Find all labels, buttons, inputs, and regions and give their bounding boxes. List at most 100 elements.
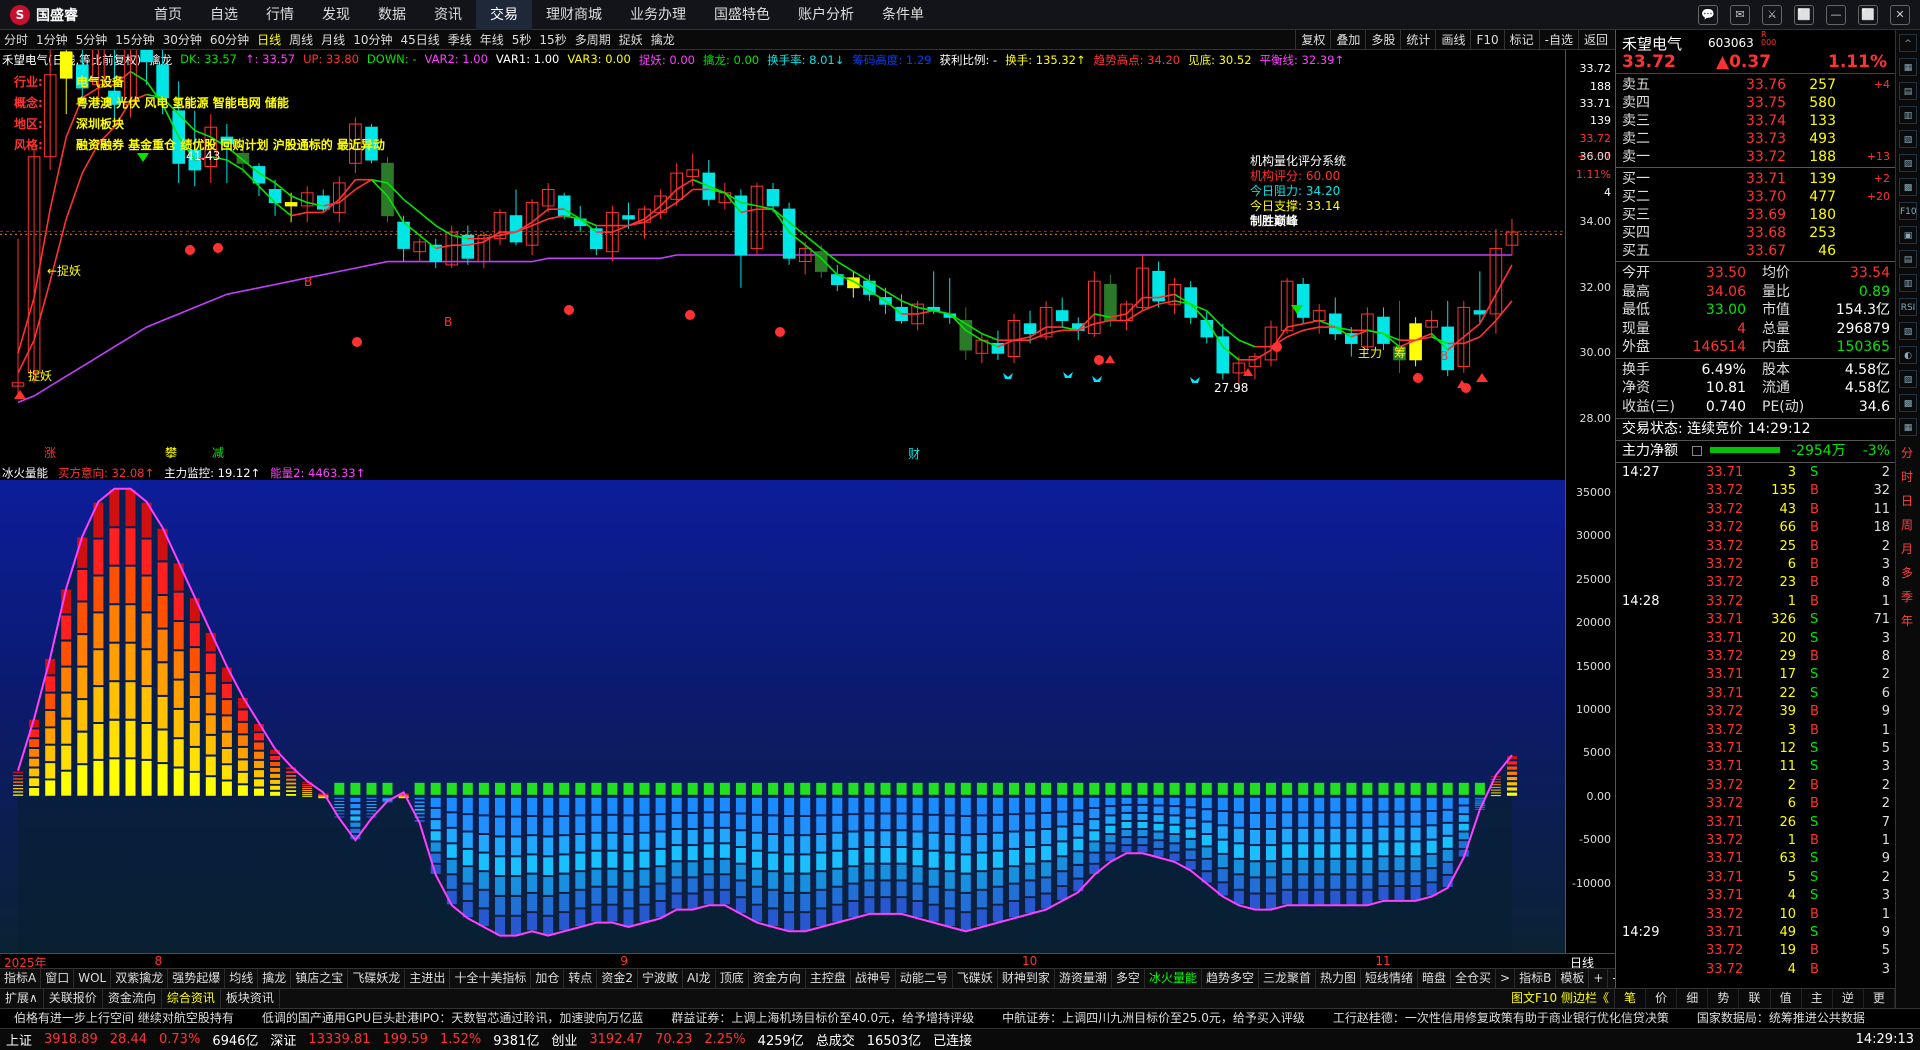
sidebar-period-tab[interactable]: 季 bbox=[1901, 588, 1913, 605]
sidebar-period-tab[interactable]: 日 bbox=[1901, 492, 1913, 509]
period-tab[interactable]: 擒龙 bbox=[647, 30, 679, 50]
period-tab[interactable]: 日线 bbox=[253, 30, 285, 50]
indicator-tab[interactable]: 擒龙 bbox=[258, 969, 292, 988]
indicator-tab[interactable]: 资金2 bbox=[597, 969, 639, 988]
indicator-tab[interactable]: 三龙聚首 bbox=[1259, 969, 1316, 988]
indicator-tab[interactable]: 短线情绪 bbox=[1361, 969, 1419, 988]
sidebar-tool-icon[interactable]: ▦ bbox=[1899, 418, 1917, 436]
indicator-tab[interactable]: 指标B bbox=[1515, 969, 1557, 988]
quote-tab[interactable]: 值 bbox=[1771, 989, 1802, 1008]
bottom-nav-tab[interactable]: 综合资讯 bbox=[162, 989, 221, 1008]
period-tab[interactable]: 15秒 bbox=[535, 30, 570, 50]
menu-item[interactable]: 交易 bbox=[476, 0, 532, 30]
chart-tool-button[interactable]: 多股 bbox=[1365, 30, 1400, 50]
sidebar-tool-icon[interactable]: ▩ bbox=[1899, 394, 1917, 412]
indicator-tab[interactable]: 多空 bbox=[1112, 969, 1145, 988]
period-tab[interactable]: 45日线 bbox=[396, 30, 443, 50]
sidebar-tool-icon[interactable]: ▤ bbox=[1899, 82, 1917, 100]
indicator-tab[interactable]: 指标A bbox=[0, 969, 42, 988]
period-tab[interactable]: 月线 bbox=[317, 30, 349, 50]
window-control-icon[interactable]: ✉ bbox=[1730, 5, 1750, 25]
sidebar-tool-icon[interactable]: RSI bbox=[1899, 298, 1917, 316]
indicator-tab[interactable]: 动能二号 bbox=[896, 969, 953, 988]
news-item[interactable]: 伯格有进一步上行空间 继续对航空股持有 bbox=[0, 1009, 248, 1028]
menu-item[interactable]: 理财商城 bbox=[532, 0, 616, 30]
indicator-tab[interactable]: 加仓 bbox=[531, 969, 565, 988]
indicator-tab[interactable]: 热力图 bbox=[1316, 969, 1361, 988]
chart-tool-button[interactable]: 返回 bbox=[1577, 30, 1613, 50]
sidebar-period-tab[interactable]: 时 bbox=[1901, 468, 1913, 485]
indicator-tab[interactable]: 镇店之宝 bbox=[291, 969, 349, 988]
net-flow-toggle-icon[interactable] bbox=[1692, 446, 1702, 456]
period-tab[interactable]: 分时 bbox=[0, 30, 32, 50]
news-item[interactable]: 低调的国产通用GPU巨头赴港IPO：天数智芯通过聆讯，加速驶向万亿蓝 bbox=[248, 1009, 658, 1028]
window-control-icon[interactable]: ✕ bbox=[1890, 5, 1910, 25]
sidebar-period-tab[interactable]: 分 bbox=[1901, 444, 1913, 461]
chart-tool-button[interactable]: 复权 bbox=[1295, 30, 1330, 50]
indicator-tab[interactable]: 趋势多空 bbox=[1202, 969, 1259, 988]
bottom-nav-tab[interactable]: 资金流向 bbox=[103, 989, 162, 1008]
sidebar-tool-icon[interactable]: ▣ bbox=[1899, 226, 1917, 244]
sidebar-period-tab[interactable]: 多 bbox=[1901, 564, 1913, 581]
news-item[interactable]: 工行赵桂德：一次性信用修复政策有助于商业银行优化信贷决策 bbox=[1319, 1009, 1683, 1028]
sidebar-tool-icon[interactable]: ▦ bbox=[1899, 58, 1917, 76]
indicator-tab[interactable]: + bbox=[1589, 969, 1609, 988]
menu-item[interactable]: 业务办理 bbox=[616, 0, 700, 30]
indicator-tab[interactable]: 强势起爆 bbox=[168, 969, 226, 988]
period-tab[interactable]: 1分钟 bbox=[32, 30, 72, 50]
quote-tab[interactable]: 笔 bbox=[1615, 989, 1647, 1008]
kline-panel[interactable]: 禾望电气(日线,等比前复权)擒龙DK: 33.57↑: 33.57UP: 33.… bbox=[0, 50, 1615, 465]
chart-tool-button[interactable]: 统计 bbox=[1400, 30, 1435, 50]
period-tab[interactable]: 10分钟 bbox=[349, 30, 396, 50]
menu-item[interactable]: 首页 bbox=[140, 0, 196, 30]
chart-tool-button[interactable]: 叠加 bbox=[1330, 30, 1365, 50]
news-item[interactable]: 群益证券：上调上海机场目标价至40.0元，给予增持评级 bbox=[657, 1009, 988, 1028]
menu-item[interactable]: 数据 bbox=[364, 0, 420, 30]
quote-tab[interactable]: 主 bbox=[1802, 989, 1833, 1008]
window-control-icon[interactable]: ⬜ bbox=[1794, 5, 1814, 25]
indicator-tab[interactable]: 主控盘 bbox=[806, 969, 851, 988]
sidebar-tool-icon[interactable]: ▥ bbox=[1899, 106, 1917, 124]
sidebar-tool-icon[interactable]: ◐ bbox=[1899, 346, 1917, 364]
indicator-tab[interactable]: WOL bbox=[74, 969, 112, 988]
indicator-tab[interactable]: 战神号 bbox=[851, 969, 896, 988]
indicator-tab[interactable]: > bbox=[1496, 969, 1516, 988]
sidebar-tool-icon[interactable]: ▨ bbox=[1899, 154, 1917, 172]
chart-tool-button[interactable]: 标记 bbox=[1503, 30, 1539, 50]
news-item[interactable]: 国家数据局：统筹推进公共数据 bbox=[1683, 1009, 1879, 1028]
indicator-tab[interactable]: 顶底 bbox=[716, 969, 749, 988]
energy-chart[interactable] bbox=[0, 465, 1615, 953]
indicator-tab[interactable]: 均线 bbox=[225, 969, 259, 988]
period-tab[interactable]: 季线 bbox=[444, 30, 476, 50]
indicator-tab[interactable]: 模板 bbox=[1556, 969, 1590, 988]
indicator-panel[interactable]: 冰火量能 买方意向: 32.08↑ 主力监控: 19.12↑ 能量2: 4463.33… bbox=[0, 465, 1615, 953]
quote-tab[interactable]: 价 bbox=[1646, 989, 1678, 1008]
period-tab[interactable]: 5分钟 bbox=[72, 30, 112, 50]
sidebar-toggle[interactable]: 图文F10 侧边栏《 bbox=[1506, 989, 1615, 1008]
sidebar-period-tab[interactable]: 年 bbox=[1901, 612, 1913, 629]
indicator-tab[interactable]: 窗口 bbox=[41, 969, 75, 988]
indicator-tab[interactable]: 转点 bbox=[564, 969, 598, 988]
quote-tab[interactable]: 势 bbox=[1708, 989, 1740, 1008]
quote-tab[interactable]: 逆 bbox=[1833, 989, 1864, 1008]
period-tab[interactable]: 5秒 bbox=[508, 30, 536, 50]
sidebar-period-tab[interactable]: 月 bbox=[1901, 540, 1913, 557]
sidebar-tool-icon[interactable]: ^ bbox=[1899, 34, 1917, 52]
menu-item[interactable]: 国盛特色 bbox=[700, 0, 784, 30]
indicator-tab[interactable]: 冰火量能 bbox=[1145, 969, 1202, 988]
chart-tool-button[interactable]: F10 bbox=[1470, 30, 1503, 50]
window-control-icon[interactable]: — bbox=[1826, 5, 1846, 25]
menu-item[interactable]: 账户分析 bbox=[784, 0, 868, 30]
indicator-tab[interactable]: 十全十美指标 bbox=[450, 969, 532, 988]
quote-tab[interactable]: 更 bbox=[1864, 989, 1895, 1008]
sidebar-tool-icon[interactable]: ▩ bbox=[1899, 178, 1917, 196]
sidebar-tool-icon[interactable]: ▥ bbox=[1899, 274, 1917, 292]
indicator-tab[interactable]: 飞碟妖龙 bbox=[348, 969, 406, 988]
sidebar-tool-icon[interactable]: F10 bbox=[1899, 202, 1917, 220]
bottom-nav-tab[interactable]: 扩展∧ bbox=[0, 989, 44, 1008]
menu-item[interactable]: 条件单 bbox=[868, 0, 938, 30]
period-tab[interactable]: 年线 bbox=[476, 30, 508, 50]
indicator-tab[interactable]: 游资量潮 bbox=[1055, 969, 1112, 988]
menu-item[interactable]: 自选 bbox=[196, 0, 252, 30]
indicator-tab[interactable]: 飞碟妖 bbox=[953, 969, 998, 988]
